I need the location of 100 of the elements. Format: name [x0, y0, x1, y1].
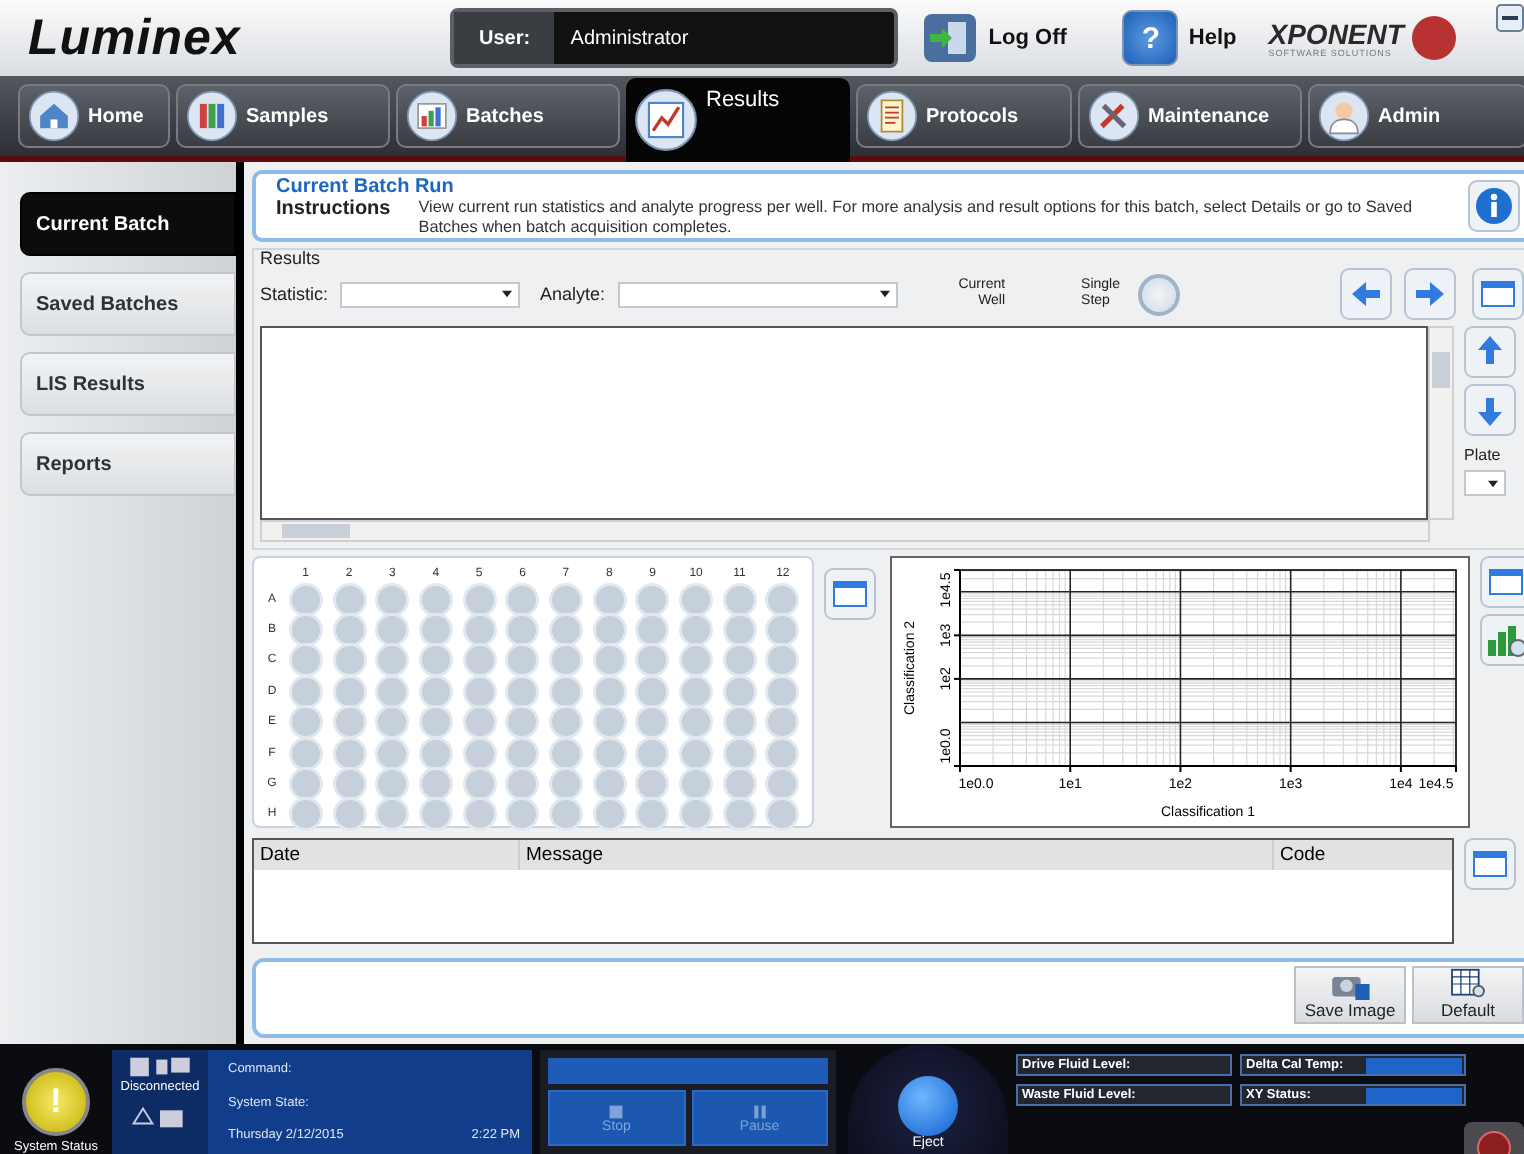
- nav-tab[interactable]: Admin: [1308, 84, 1524, 148]
- well[interactable]: [551, 708, 580, 737]
- well[interactable]: [378, 616, 407, 645]
- down-button[interactable]: [1464, 384, 1516, 436]
- next-button[interactable]: [1404, 268, 1456, 320]
- well[interactable]: [595, 800, 624, 829]
- well[interactable]: [595, 708, 624, 737]
- well[interactable]: [768, 677, 797, 706]
- well[interactable]: [638, 677, 667, 706]
- well[interactable]: [335, 677, 364, 706]
- well[interactable]: [465, 646, 494, 675]
- help-link[interactable]: Help: [1188, 26, 1237, 50]
- well[interactable]: [768, 739, 797, 768]
- well[interactable]: [638, 616, 667, 645]
- well[interactable]: [291, 585, 320, 614]
- well[interactable]: [638, 585, 667, 614]
- well[interactable]: [551, 800, 580, 829]
- well[interactable]: [595, 646, 624, 675]
- well[interactable]: [291, 646, 320, 675]
- well[interactable]: [421, 646, 450, 675]
- well[interactable]: [638, 708, 667, 737]
- well[interactable]: [725, 739, 754, 768]
- previous-button[interactable]: [1340, 268, 1392, 320]
- well[interactable]: [291, 739, 320, 768]
- nav-tab[interactable]: Maintenance: [1078, 84, 1302, 148]
- chart-zoom-button[interactable]: [1480, 614, 1524, 666]
- well[interactable]: [725, 770, 754, 799]
- well[interactable]: [682, 770, 711, 799]
- well[interactable]: [378, 770, 407, 799]
- well[interactable]: [465, 800, 494, 829]
- well[interactable]: [421, 708, 450, 737]
- well[interactable]: [378, 646, 407, 675]
- well[interactable]: [768, 585, 797, 614]
- well[interactable]: [335, 800, 364, 829]
- well[interactable]: [725, 616, 754, 645]
- well[interactable]: [378, 677, 407, 706]
- well[interactable]: [335, 770, 364, 799]
- well[interactable]: [421, 616, 450, 645]
- column-header[interactable]: Date: [254, 840, 520, 870]
- well[interactable]: [291, 677, 320, 706]
- well[interactable]: [291, 770, 320, 799]
- well[interactable]: [465, 770, 494, 799]
- well[interactable]: [725, 585, 754, 614]
- well[interactable]: [595, 677, 624, 706]
- nav-tab[interactable]: Samples: [176, 84, 390, 148]
- well[interactable]: [725, 677, 754, 706]
- well[interactable]: [551, 770, 580, 799]
- well[interactable]: [725, 708, 754, 737]
- well[interactable]: [768, 646, 797, 675]
- nav-tab[interactable]: Results: [626, 78, 850, 162]
- well[interactable]: [378, 800, 407, 829]
- well[interactable]: [595, 585, 624, 614]
- well[interactable]: [421, 770, 450, 799]
- sidebar-item[interactable]: LIS Results: [20, 352, 236, 416]
- well[interactable]: [508, 739, 537, 768]
- well[interactable]: [595, 770, 624, 799]
- single-step-toggle[interactable]: [1137, 273, 1180, 315]
- nav-tab[interactable]: Batches: [396, 84, 620, 148]
- window-button[interactable]: [1480, 556, 1524, 608]
- well[interactable]: [508, 646, 537, 675]
- well[interactable]: [335, 708, 364, 737]
- statistic-dropdown[interactable]: [340, 281, 521, 307]
- well[interactable]: [465, 739, 494, 768]
- well[interactable]: [421, 585, 450, 614]
- well[interactable]: [682, 646, 711, 675]
- minimize-button[interactable]: [1496, 4, 1524, 32]
- well[interactable]: [335, 739, 364, 768]
- sidebar-item[interactable]: Current Batch: [20, 192, 236, 256]
- well[interactable]: [551, 677, 580, 706]
- nav-tab[interactable]: Protocols: [856, 84, 1072, 148]
- well[interactable]: [638, 770, 667, 799]
- up-button[interactable]: [1464, 326, 1516, 378]
- analyte-dropdown[interactable]: [617, 281, 898, 307]
- logoff-link[interactable]: Log Off: [988, 26, 1067, 50]
- default-button[interactable]: Default: [1412, 966, 1524, 1024]
- well[interactable]: [725, 646, 754, 675]
- well[interactable]: [551, 616, 580, 645]
- well[interactable]: [682, 585, 711, 614]
- save-image-button[interactable]: Save Image: [1294, 966, 1406, 1024]
- window-button[interactable]: [1472, 268, 1524, 320]
- well[interactable]: [551, 739, 580, 768]
- horizontal-scrollbar[interactable]: [260, 520, 1430, 542]
- well[interactable]: [638, 739, 667, 768]
- well[interactable]: [378, 585, 407, 614]
- well[interactable]: [465, 616, 494, 645]
- well[interactable]: [291, 800, 320, 829]
- well[interactable]: [291, 708, 320, 737]
- well[interactable]: [682, 739, 711, 768]
- well[interactable]: [508, 585, 537, 614]
- well[interactable]: [551, 585, 580, 614]
- well[interactable]: [291, 616, 320, 645]
- plate-dropdown[interactable]: [1464, 470, 1506, 496]
- well[interactable]: [335, 616, 364, 645]
- exit-door-icon[interactable]: [922, 12, 979, 64]
- well[interactable]: [421, 677, 450, 706]
- info-button[interactable]: [1468, 180, 1520, 232]
- well[interactable]: [465, 677, 494, 706]
- vertical-scrollbar[interactable]: [1428, 326, 1454, 520]
- well[interactable]: [508, 677, 537, 706]
- sidebar-item[interactable]: Reports: [20, 432, 236, 496]
